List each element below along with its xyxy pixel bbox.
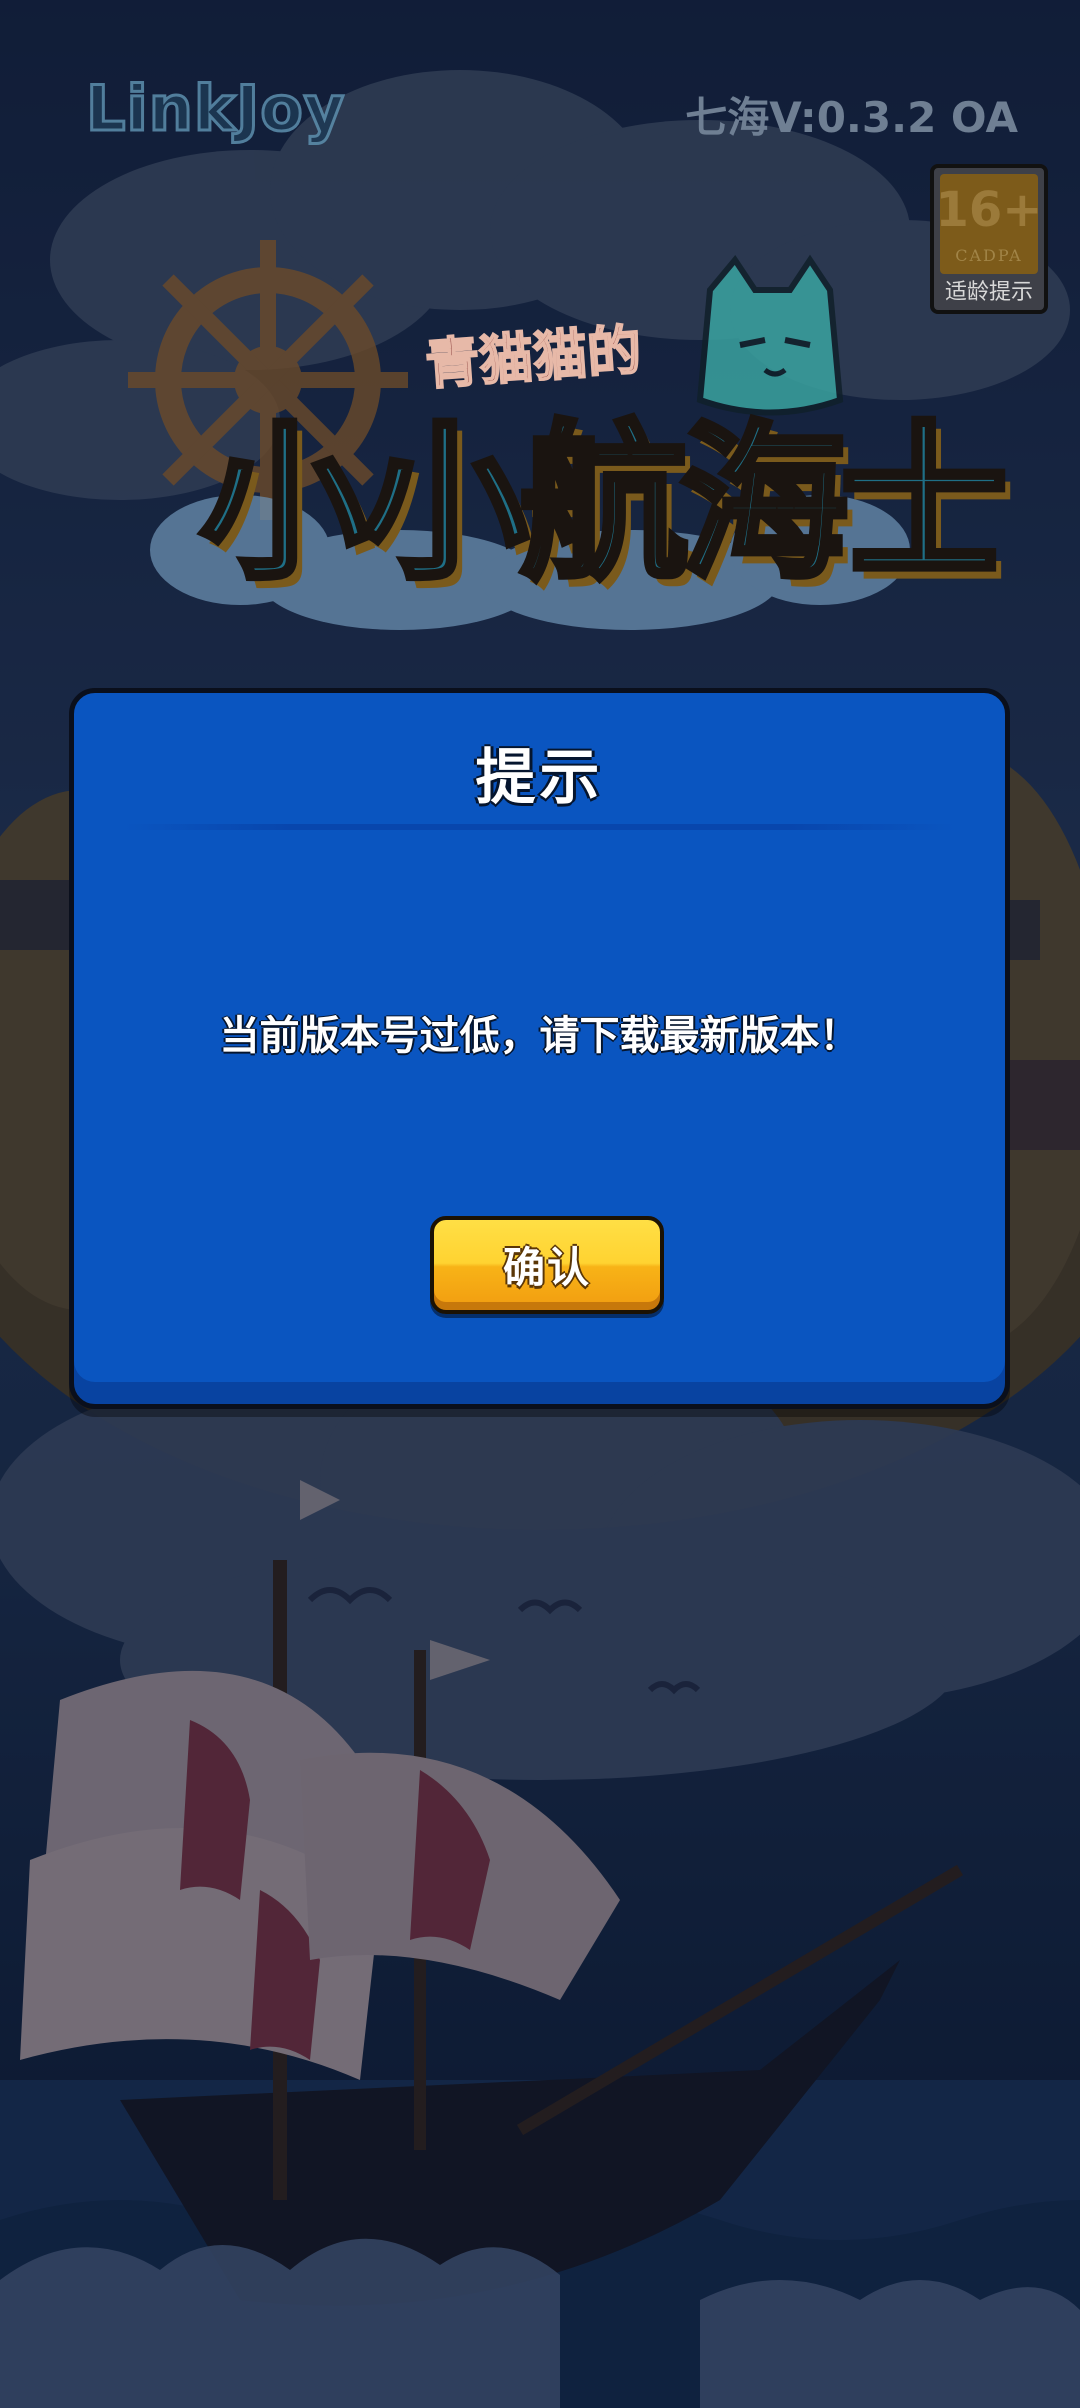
dialog-message: 当前版本号过低，请下载最新版本！ — [219, 1013, 860, 1059]
dialog-divider — [124, 824, 955, 830]
age-rating-caption: 适龄提示 — [944, 280, 1033, 305]
publisher-logo: LinkJoy — [84, 71, 346, 147]
age-rating-org: CADPA — [955, 246, 1023, 265]
game-logo-title: 小小航海士 — [197, 403, 1011, 605]
notice-dialog: 提示 当前版本号过低，请下载最新版本！ 确认 — [69, 688, 1010, 1409]
age-rating-number: 16+ — [935, 182, 1043, 238]
confirm-button[interactable]: 确认 — [430, 1216, 664, 1314]
game-screen: LinkJoy 七海V:0.3.2 OA 16+ CADPA 适龄提示 青猫猫的 — [0, 0, 1080, 2408]
version-label: 七海V:0.3.2 OA — [685, 93, 1018, 142]
age-rating-badge[interactable]: 16+ CADPA 适龄提示 — [930, 164, 1048, 314]
confirm-button-label: 确认 — [502, 1243, 591, 1292]
dialog-title: 提示 — [475, 743, 604, 813]
